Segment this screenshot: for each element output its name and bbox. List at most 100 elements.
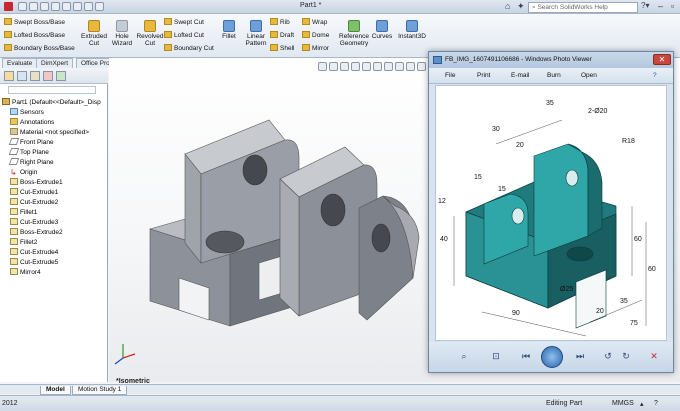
apply-scene-icon[interactable] [406,62,415,71]
dimension-label: 15 [474,174,482,181]
tree-item-boss-extrude2[interactable]: Boss-Extrude2 [2,228,108,238]
hide-show-icon[interactable] [384,62,393,71]
undo-icon[interactable] [62,2,71,11]
tree-item-cut-extrude5[interactable]: Cut-Extrude5 [2,258,108,268]
tree-item-cut-extrude2[interactable]: Cut-Extrude2 [2,198,108,208]
tree-item-front-plane[interactable]: Front Plane [2,138,108,148]
zoom-area-icon[interactable] [329,62,338,71]
next-icon[interactable]: ⏭ [573,351,587,362]
help-icon[interactable]: ? [653,72,657,79]
tab-dimxpert[interactable]: DimXpert [36,58,74,68]
tree-item-mirror4[interactable]: Mirror4 [2,268,108,278]
lofted-cut-button[interactable]: Lofted Cut [164,31,204,39]
edit-appearance-icon[interactable] [395,62,404,71]
boundary-cut-button[interactable]: Boundary Cut [164,44,214,52]
tree-item-origin[interactable]: ↳ Origin [2,168,108,178]
photo-viewer-close-button[interactable]: ✕ [653,54,671,65]
open-icon[interactable] [29,2,38,11]
new-icon[interactable] [18,2,27,11]
previous-view-icon[interactable] [340,62,349,71]
draft-button[interactable]: Draft [270,31,294,39]
options-icon[interactable] [95,2,104,11]
instant3d-button[interactable]: Instant3D [396,20,428,40]
save-icon[interactable] [40,2,49,11]
display-manager-icon[interactable] [56,71,66,81]
tree-item-cut-extrude1[interactable]: Cut-Extrude1 [2,188,108,198]
menu-print[interactable]: Print [477,72,490,79]
menu-email[interactable]: E-mail [511,72,529,79]
status-bar: 2012 Editing Part MMGS ▴ ? [0,395,680,411]
curves-button[interactable]: Curves [368,20,396,40]
menu-burn[interactable]: Burn [547,72,561,79]
swept-boss-button[interactable]: Swept Boss/Base [4,18,65,26]
feature-manager-icon[interactable] [4,71,14,81]
linear-pattern-button[interactable]: Linear Pattern [240,20,272,47]
help-dropdown-icon[interactable]: ?▾ [641,1,649,10]
zoom-icon[interactable]: ⌕ [457,351,471,362]
help-search-input[interactable]: ⌕ Search SolidWorks Help [528,2,638,13]
rib-button[interactable]: Rib [270,18,290,26]
swept-cut-icon [164,18,172,25]
mirror-button[interactable]: Mirror [302,44,329,52]
rib-icon [270,18,278,25]
property-manager-icon[interactable] [17,71,27,81]
pin-icon[interactable]: ✦ [517,1,525,12]
tree-item-right-plane[interactable]: Right Plane [2,158,108,168]
right-upright-hole [320,193,346,227]
rotate-left-icon[interactable]: ↺ [601,351,615,362]
previous-icon[interactable]: ⏮ [519,351,533,362]
dimension-label: 60 [634,236,642,243]
solidworks-window: Part1 * ⌂ ✦ ⌕ Search SolidWorks Help ?▾ … [0,0,680,411]
units-status[interactable]: MMGS [612,400,634,407]
slideshow-button[interactable] [541,346,563,368]
menu-file[interactable]: File [445,72,455,79]
menu-open[interactable]: Open [581,72,597,79]
help-icon[interactable]: ? [654,400,658,407]
tree-item-annotations[interactable]: Annotations [2,118,108,128]
tab-evaluate[interactable]: Evaluate [2,58,38,68]
tree-item-cut-extrude4[interactable]: Cut-Extrude4 [2,248,108,258]
feature-icon [10,258,18,265]
rotate-right-icon[interactable]: ↻ [619,351,633,362]
delete-icon[interactable]: ✕ [647,351,661,362]
reference-geometry-button[interactable]: Reference Geometry [336,20,372,47]
view-orientation-icon[interactable] [362,62,371,71]
tree-item-part[interactable]: Part1 (Default<<Default>_Disp [2,98,108,108]
tree-item-top-plane[interactable]: Top Plane [2,148,108,158]
tree-item-material[interactable]: Material <not specified> [2,128,108,138]
wrap-button[interactable]: Wrap [302,18,327,26]
ear-hole [371,223,391,253]
tab-model[interactable]: Model [40,386,71,395]
shell-button[interactable]: Shell [270,44,294,52]
restore-button[interactable]: ▫ [666,1,679,12]
display-style-icon[interactable] [373,62,382,71]
dome-button[interactable]: Dome [302,31,329,39]
fillet-button[interactable]: Fillet [216,20,242,40]
tree-filter-input[interactable] [8,86,96,94]
tree-item-fillet2[interactable]: Fillet2 [2,238,108,248]
model-tabs: Model Motion Study 1 [0,384,680,395]
view-settings-icon[interactable] [417,62,426,71]
tree-item-cut-extrude3[interactable]: Cut-Extrude3 [2,218,108,228]
actual-size-icon[interactable]: ⊡ [489,351,503,362]
tree-item-fillet1[interactable]: Fillet1 [2,208,108,218]
revolved-cut-button[interactable]: Revolved Cut [134,20,166,47]
zoom-to-fit-icon[interactable] [318,62,327,71]
boundary-boss-button[interactable]: Boundary Boss/Base [4,44,75,52]
dimxpert-manager-icon[interactable] [43,71,53,81]
units-dropdown-icon[interactable]: ▴ [640,400,644,408]
section-view-icon[interactable] [351,62,360,71]
select-icon[interactable] [73,2,82,11]
help-icon[interactable]: ⌂ [505,1,510,11]
tree-item-sensors[interactable]: Sensors [2,108,108,118]
rebuild-icon[interactable] [84,2,93,11]
tab-motion-study[interactable]: Motion Study 1 [72,386,128,395]
tree-item-boss-extrude1[interactable]: Boss-Extrude1 [2,178,108,188]
feature-icon [10,268,18,275]
print-icon[interactable] [51,2,60,11]
base-boss-hole [205,230,245,254]
lofted-boss-button[interactable]: Lofted Boss/Base [4,31,65,39]
swept-cut-button[interactable]: Swept Cut [164,18,204,26]
configuration-manager-icon[interactable] [30,71,40,81]
solidworks-logo-icon [4,2,13,11]
